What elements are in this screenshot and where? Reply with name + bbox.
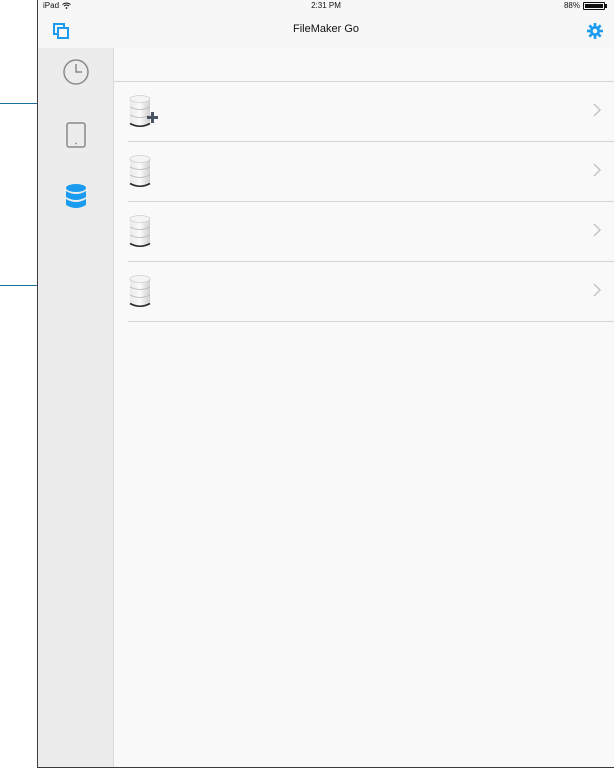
list-item-database[interactable] xyxy=(128,142,614,202)
sidebar-item-device[interactable] xyxy=(59,118,93,152)
list-item-new-database[interactable] xyxy=(128,82,614,142)
chevron-right-icon xyxy=(593,283,602,297)
sidebar xyxy=(38,48,114,767)
gear-icon[interactable] xyxy=(586,22,604,40)
chevron-right-icon xyxy=(593,223,602,237)
ipad-screen: iPad 2:31 PM 88% FileMaker Go xyxy=(37,0,614,768)
database-icon xyxy=(129,275,151,308)
status-time: 2:31 PM xyxy=(311,1,341,10)
chevron-right-icon xyxy=(593,103,602,117)
chevron-right-icon xyxy=(593,163,602,177)
battery-percent: 88% xyxy=(563,1,580,10)
ipad-icon xyxy=(66,122,86,148)
battery-icon xyxy=(583,1,607,10)
sidebar-item-hosts[interactable] xyxy=(59,181,93,215)
list-header xyxy=(114,48,614,82)
list-item-database[interactable] xyxy=(128,202,614,262)
sidebar-item-recent[interactable] xyxy=(59,55,93,89)
battery-fill xyxy=(585,3,603,8)
navigation-bar: FileMaker Go xyxy=(38,13,614,49)
database-icon xyxy=(66,184,86,208)
database-add-icon xyxy=(129,95,158,128)
database-icon xyxy=(129,215,151,248)
list-item-database[interactable] xyxy=(128,262,614,322)
status-bar: iPad 2:31 PM 88% xyxy=(38,0,614,13)
page-title: FileMaker Go xyxy=(292,23,360,35)
clock-icon xyxy=(63,59,89,85)
file-list xyxy=(114,48,614,767)
database-icon xyxy=(129,155,151,188)
